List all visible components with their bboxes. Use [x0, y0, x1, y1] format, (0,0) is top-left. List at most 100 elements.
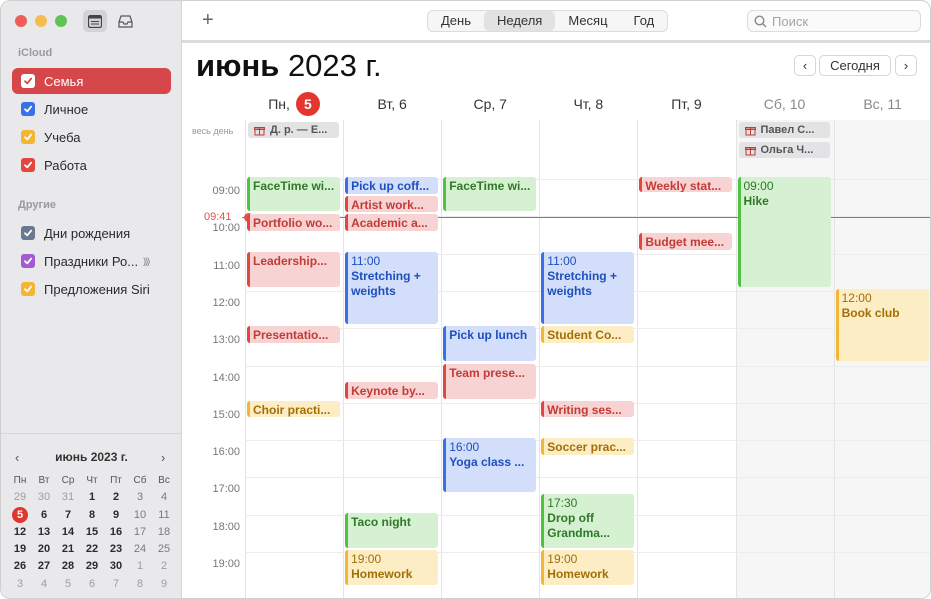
calendar-event[interactable]: Soccer prac...	[541, 438, 635, 455]
mini-day[interactable]: 17	[128, 524, 152, 541]
calendar-checkbox[interactable]	[21, 102, 35, 116]
all-day-event[interactable]: Ольга Ч...	[738, 142, 830, 158]
next-week-button[interactable]: ›	[895, 55, 917, 76]
mini-day[interactable]: 22	[80, 541, 104, 558]
calendar-event[interactable]: Artist work...	[345, 195, 439, 213]
mini-day[interactable]: 2	[152, 558, 176, 575]
calendar-checkbox[interactable]	[21, 74, 35, 88]
mini-day[interactable]: 1	[80, 489, 104, 506]
mini-day[interactable]: 12	[8, 524, 32, 541]
mini-day[interactable]: 13	[32, 524, 56, 541]
mini-day[interactable]: 8	[128, 576, 152, 593]
mini-day[interactable]: 7	[56, 507, 80, 524]
calendar-event[interactable]: Choir practi...	[247, 400, 341, 418]
calendar-checkbox[interactable]	[21, 158, 35, 172]
sidebar-calendar-0[interactable]: Семья	[12, 68, 171, 94]
mini-day[interactable]: 5	[56, 576, 80, 593]
sidebar-other-calendar-1[interactable]: Праздники Ро...)))	[12, 248, 171, 274]
mini-day[interactable]: 18	[152, 524, 176, 541]
mini-day[interactable]: 15	[80, 524, 104, 541]
mini-day[interactable]: 21	[56, 541, 80, 558]
calendar-event[interactable]: Presentatio...	[247, 326, 341, 343]
calendar-event[interactable]: Taco night	[345, 512, 439, 548]
mini-day[interactable]: 29	[8, 489, 32, 506]
mini-day[interactable]: 9	[104, 507, 128, 524]
sidebar-calendar-1[interactable]: Личное	[12, 96, 171, 122]
mini-day[interactable]: 4	[152, 489, 176, 506]
zoom-window-button[interactable]	[55, 15, 67, 27]
all-day-event[interactable]: Павел С...	[738, 122, 830, 138]
mini-day[interactable]: 8	[80, 507, 104, 524]
day-header-1[interactable]: Вт, 6	[343, 93, 441, 115]
day-header-6[interactable]: Вс, 11	[834, 93, 930, 115]
mini-day[interactable]: 9	[152, 576, 176, 593]
calendar-event[interactable]: 19:00 Homework	[541, 550, 635, 586]
mini-day[interactable]: 3	[8, 576, 32, 593]
search-input[interactable]	[772, 13, 912, 29]
sidebar-other-calendar-2[interactable]: Предложения Siri	[12, 276, 171, 302]
search-field[interactable]	[747, 10, 921, 32]
calendar-event[interactable]: Weekly stat...	[639, 177, 733, 192]
all-day-event[interactable]: Д. р. — Е...	[248, 122, 340, 138]
mini-day[interactable]: 29	[80, 558, 104, 575]
mini-day[interactable]: 28	[56, 558, 80, 575]
calendar-event[interactable]: 11:00 Stretching + weights	[345, 251, 439, 325]
mini-day[interactable]: 6	[32, 507, 56, 524]
today-button[interactable]: Сегодня	[819, 55, 891, 76]
inbox-button[interactable]	[113, 10, 137, 32]
day-header-3[interactable]: Чт, 8	[539, 93, 637, 115]
calendar-event[interactable]: 16:00 Yoga class ...	[443, 438, 537, 493]
calendar-event[interactable]: 11:00 Stretching + weights	[541, 251, 635, 325]
calendar-event[interactable]: FaceTime wi...	[247, 177, 341, 212]
view-tab-1[interactable]: Неделя	[484, 11, 556, 31]
prev-week-button[interactable]: ‹	[794, 55, 816, 76]
calendar-checkbox[interactable]	[21, 226, 35, 240]
mini-day[interactable]: 3	[128, 489, 152, 506]
mini-day[interactable]: 7	[104, 576, 128, 593]
calendar-list-toggle-button[interactable]	[83, 10, 107, 32]
calendar-event[interactable]: Academic a...	[345, 214, 439, 231]
mini-day[interactable]: 1	[128, 558, 152, 575]
mini-day[interactable]: 27	[32, 558, 56, 575]
mini-day[interactable]: 30	[32, 489, 56, 506]
calendar-event[interactable]: Budget mee...	[639, 232, 733, 250]
calendar-event[interactable]: Writing ses...	[541, 400, 635, 418]
calendar-event[interactable]: Pick up coff...	[345, 177, 439, 194]
mini-day[interactable]: 20	[32, 541, 56, 558]
calendar-event[interactable]: Keynote by...	[345, 382, 439, 399]
calendar-event[interactable]: Leadership...	[247, 251, 341, 287]
mini-day[interactable]: 10	[128, 507, 152, 524]
calendar-event[interactable]: Portfolio wo...	[247, 214, 341, 231]
view-tab-3[interactable]: Год	[621, 11, 668, 31]
calendar-event[interactable]: FaceTime wi...	[443, 177, 537, 212]
mini-day[interactable]: 25	[152, 541, 176, 558]
day-header-2[interactable]: Ср, 7	[441, 93, 539, 115]
minimize-window-button[interactable]	[35, 15, 47, 27]
calendar-event[interactable]: Student Co...	[541, 326, 635, 343]
mini-day-today[interactable]: 5	[8, 506, 32, 524]
calendar-event[interactable]: 17:30 Drop off Grandma...	[541, 494, 635, 548]
mini-day[interactable]: 30	[104, 558, 128, 575]
calendar-event[interactable]: Team prese...	[443, 363, 537, 399]
close-window-button[interactable]	[15, 15, 27, 27]
mini-day[interactable]: 26	[8, 558, 32, 575]
mini-day[interactable]: 24	[128, 541, 152, 558]
mini-day[interactable]: 23	[104, 541, 128, 558]
mini-day[interactable]: 2	[104, 489, 128, 506]
calendar-checkbox[interactable]	[21, 130, 35, 144]
day-header-0[interactable]: Пн, 5	[245, 92, 343, 116]
view-tab-2[interactable]: Месяц	[555, 11, 620, 31]
mini-day[interactable]: 14	[56, 524, 80, 541]
mini-day[interactable]: 19	[8, 541, 32, 558]
calendar-event[interactable]: 19:00 Homework	[345, 550, 439, 586]
sidebar-calendar-2[interactable]: Учеба	[12, 124, 171, 150]
mini-day[interactable]: 6	[80, 576, 104, 593]
day-header-4[interactable]: Пт, 9	[637, 93, 735, 115]
mini-day[interactable]: 16	[104, 524, 128, 541]
view-tab-0[interactable]: День	[428, 11, 484, 31]
mini-next-month-button[interactable]: ›	[161, 450, 165, 465]
calendar-event[interactable]: Pick up lunch	[443, 326, 537, 362]
sidebar-other-calendar-0[interactable]: Дни рождения	[12, 220, 171, 246]
mini-day[interactable]: 4	[32, 576, 56, 593]
calendar-checkbox[interactable]	[21, 282, 35, 296]
